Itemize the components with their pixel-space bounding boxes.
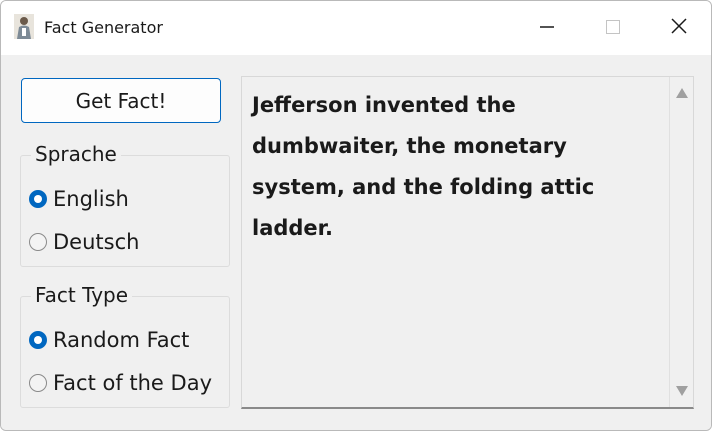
radio-deutsch-label: Deutsch: [53, 230, 140, 254]
radio-fact-of-the-day[interactable]: Fact of the Day: [29, 368, 212, 398]
fact-type-groupbox: Fact Type Random Fact Fact of the Day: [20, 282, 230, 408]
app-window: Fact Generator Get Fact! Sprache English…: [0, 0, 712, 431]
get-fact-button[interactable]: Get Fact!: [21, 78, 221, 123]
radio-unselected-icon: [29, 374, 47, 392]
maximize-button[interactable]: [580, 1, 646, 55]
radio-english[interactable]: English: [29, 184, 129, 214]
maximize-icon: [606, 19, 620, 38]
close-button[interactable]: [646, 1, 711, 55]
radio-deutsch[interactable]: Deutsch: [29, 227, 139, 257]
vertical-scrollbar[interactable]: [669, 77, 693, 407]
fact-text: Jefferson invented the dumbwaiter, the m…: [252, 93, 595, 240]
radio-selected-icon: [29, 331, 47, 349]
minimize-button[interactable]: [514, 1, 580, 55]
scroll-up-arrow-icon[interactable]: [676, 88, 688, 98]
client-area: Get Fact! Sprache English Deutsch Fact T…: [1, 55, 711, 430]
radio-random-fact-label: Random Fact: [53, 328, 190, 352]
fact-type-group-label: Fact Type: [31, 282, 133, 308]
minimize-icon: [540, 19, 554, 38]
title-bar[interactable]: Fact Generator: [1, 1, 711, 55]
radio-selected-icon: [29, 190, 47, 208]
radio-random-fact[interactable]: Random Fact: [29, 325, 189, 355]
radio-english-label: English: [53, 187, 129, 211]
window-title: Fact Generator: [44, 18, 163, 37]
language-groupbox: Sprache English Deutsch: [20, 141, 230, 267]
radio-unselected-icon: [29, 233, 47, 251]
portrait-icon: [14, 14, 34, 39]
radio-fact-of-the-day-label: Fact of the Day: [53, 371, 212, 395]
fact-textbox[interactable]: Jefferson invented the dumbwaiter, the m…: [241, 76, 694, 409]
scroll-down-arrow-icon[interactable]: [676, 386, 688, 396]
language-group-label: Sprache: [31, 141, 121, 167]
close-icon: [671, 18, 687, 38]
